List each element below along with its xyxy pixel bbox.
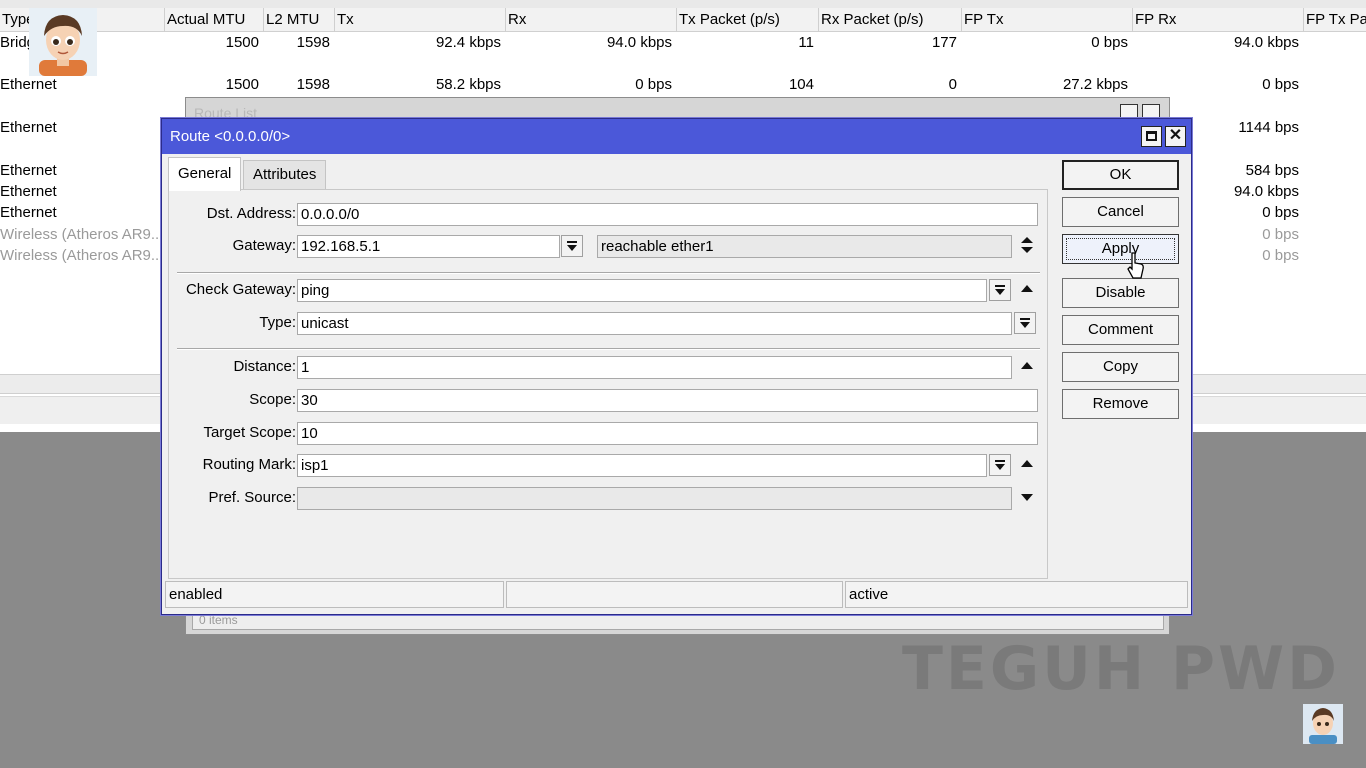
cell-fp-tx: 0 bps <box>1091 34 1128 51</box>
cell-rx: 94.0 kbps <box>606 34 672 51</box>
dropdown-icon[interactable] <box>1014 312 1036 334</box>
cell-l2-mtu: 1598 <box>296 34 330 51</box>
table-row[interactable]: Bridg 1500 1598 92.4 kbps 94.0 kbps 11 1… <box>0 32 1366 53</box>
cell-fp-rx: 0 bps <box>1262 76 1299 93</box>
avatar <box>1303 704 1343 744</box>
cell-tx: 58.2 kbps <box>435 76 501 93</box>
col-header-fp-rx[interactable]: FP Rx <box>1132 8 1303 32</box>
arrow-up-icon[interactable] <box>1019 454 1035 474</box>
gateway-input[interactable]: 192.168.5.1 <box>297 235 560 258</box>
col-header-rx[interactable]: Rx <box>505 8 676 32</box>
dropdown-icon[interactable] <box>561 235 583 257</box>
maximize-icon[interactable] <box>1141 126 1162 147</box>
status-enabled: enabled <box>165 581 504 608</box>
cell-type: Ethernet <box>0 162 57 179</box>
type-label: Type: <box>259 314 296 331</box>
cell-rx-packet: 177 <box>931 34 957 51</box>
apply-button-label: Apply <box>1066 238 1175 260</box>
cell-rx: 0 bps <box>635 76 672 93</box>
divider <box>177 348 1040 350</box>
dropdown-icon[interactable] <box>989 454 1011 476</box>
scope-label: Scope: <box>249 391 296 408</box>
target-scope-input[interactable]: 10 <box>297 422 1038 445</box>
cell-tx-packet: 11 <box>798 34 814 51</box>
tab-attributes[interactable]: Attributes <box>243 160 327 190</box>
type-select[interactable]: unicast <box>297 312 1012 335</box>
cell-rx-packet: 0 <box>948 76 957 93</box>
cell-type: Wireless (Atheros AR9... <box>0 226 160 243</box>
check-gateway-select[interactable]: ping <box>297 279 987 302</box>
col-header-l2-mtu[interactable]: L2 MTU <box>263 8 334 32</box>
disable-button[interactable]: Disable <box>1062 278 1179 308</box>
scope-input[interactable]: 30 <box>297 389 1038 412</box>
close-icon[interactable]: ✕ <box>1165 126 1186 147</box>
cell-type: Wireless (Atheros AR9... <box>0 247 160 264</box>
cell-type: Ethernet <box>0 119 57 136</box>
cancel-button[interactable]: Cancel <box>1062 197 1179 227</box>
tab-general[interactable]: General <box>168 157 242 191</box>
pref-source-input[interactable] <box>297 487 1012 510</box>
distance-input[interactable]: 1 <box>297 356 1012 379</box>
distance-label: Distance: <box>233 358 296 375</box>
arrow-down-icon[interactable] <box>1019 487 1035 507</box>
general-tab-content: Dst. Address: 0.0.0.0/0 Gateway: 192.168… <box>168 189 1048 579</box>
col-header-fp-tx[interactable]: FP Tx <box>961 8 1132 32</box>
interface-toolbar <box>0 0 1366 8</box>
cell-l2-mtu: 1598 <box>296 76 330 93</box>
status-middle <box>506 581 843 608</box>
mouse-cursor-icon <box>1126 252 1146 280</box>
arrow-up-icon[interactable] <box>1019 356 1035 376</box>
cell-type: Ethernet <box>0 204 57 221</box>
dst-address-input[interactable]: 0.0.0.0/0 <box>297 203 1038 226</box>
routing-mark-select[interactable]: isp1 <box>297 454 987 477</box>
dialog-title: Route <0.0.0.0/0> <box>170 128 291 145</box>
gateway-label: Gateway: <box>232 237 296 254</box>
avatar-logo <box>29 8 97 76</box>
col-header-actual-mtu[interactable]: Actual MTU <box>164 8 263 32</box>
apply-button[interactable]: Apply <box>1062 234 1179 264</box>
routing-mark-label: Routing Mark: <box>202 456 296 473</box>
pref-source-label: Pref. Source: <box>208 489 296 506</box>
cell-fp-rx: 94.0 kbps <box>1233 34 1299 51</box>
col-header-tx[interactable]: Tx <box>334 8 505 32</box>
cell-actual-mtu: 1500 <box>225 34 259 51</box>
col-header-rx-packet[interactable]: Rx Packet (p/s) <box>818 8 961 32</box>
dst-address-label: Dst. Address: <box>206 205 296 222</box>
route-dialog[interactable]: Route <0.0.0.0/0> ✕ General Attributes D… <box>161 118 1192 615</box>
col-header-fp-tx-packet[interactable]: FP Tx Pa <box>1303 8 1366 32</box>
target-scope-label: Target Scope: <box>203 424 296 441</box>
cell-tx-packet: 104 <box>788 76 814 93</box>
col-header-tx-packet[interactable]: Tx Packet (p/s) <box>676 8 818 32</box>
table-row[interactable]: Ethernet 1500 1598 58.2 kbps 0 bps 104 0… <box>0 74 1366 95</box>
copy-button[interactable]: Copy <box>1062 352 1179 382</box>
interface-table-header: Type Actual MTU L2 MTU Tx Rx Tx Packet (… <box>0 8 1366 32</box>
check-gateway-label: Check Gateway: <box>185 281 296 298</box>
arrow-updown-icon[interactable] <box>1019 235 1035 255</box>
cell-actual-mtu: 1500 <box>225 76 259 93</box>
arrow-up-icon[interactable] <box>1019 279 1035 299</box>
comment-button[interactable]: Comment <box>1062 315 1179 345</box>
remove-button[interactable]: Remove <box>1062 389 1179 419</box>
gateway-status: reachable ether1 <box>597 235 1012 258</box>
divider <box>177 272 1040 274</box>
watermark-text: TEGUH PWD <box>902 634 1340 704</box>
ok-button[interactable]: OK <box>1062 160 1179 190</box>
dialog-titlebar[interactable]: Route <0.0.0.0/0> ✕ <box>162 119 1191 154</box>
dialog-status-bar: enabled active <box>165 581 1188 608</box>
cell-fp-tx: 27.2 kbps <box>1062 76 1128 93</box>
dropdown-icon[interactable] <box>989 279 1011 301</box>
cell-type: Ethernet <box>0 76 57 93</box>
cell-type: Ethernet <box>0 183 57 200</box>
status-active: active <box>845 581 1188 608</box>
cell-tx: 92.4 kbps <box>435 34 501 51</box>
